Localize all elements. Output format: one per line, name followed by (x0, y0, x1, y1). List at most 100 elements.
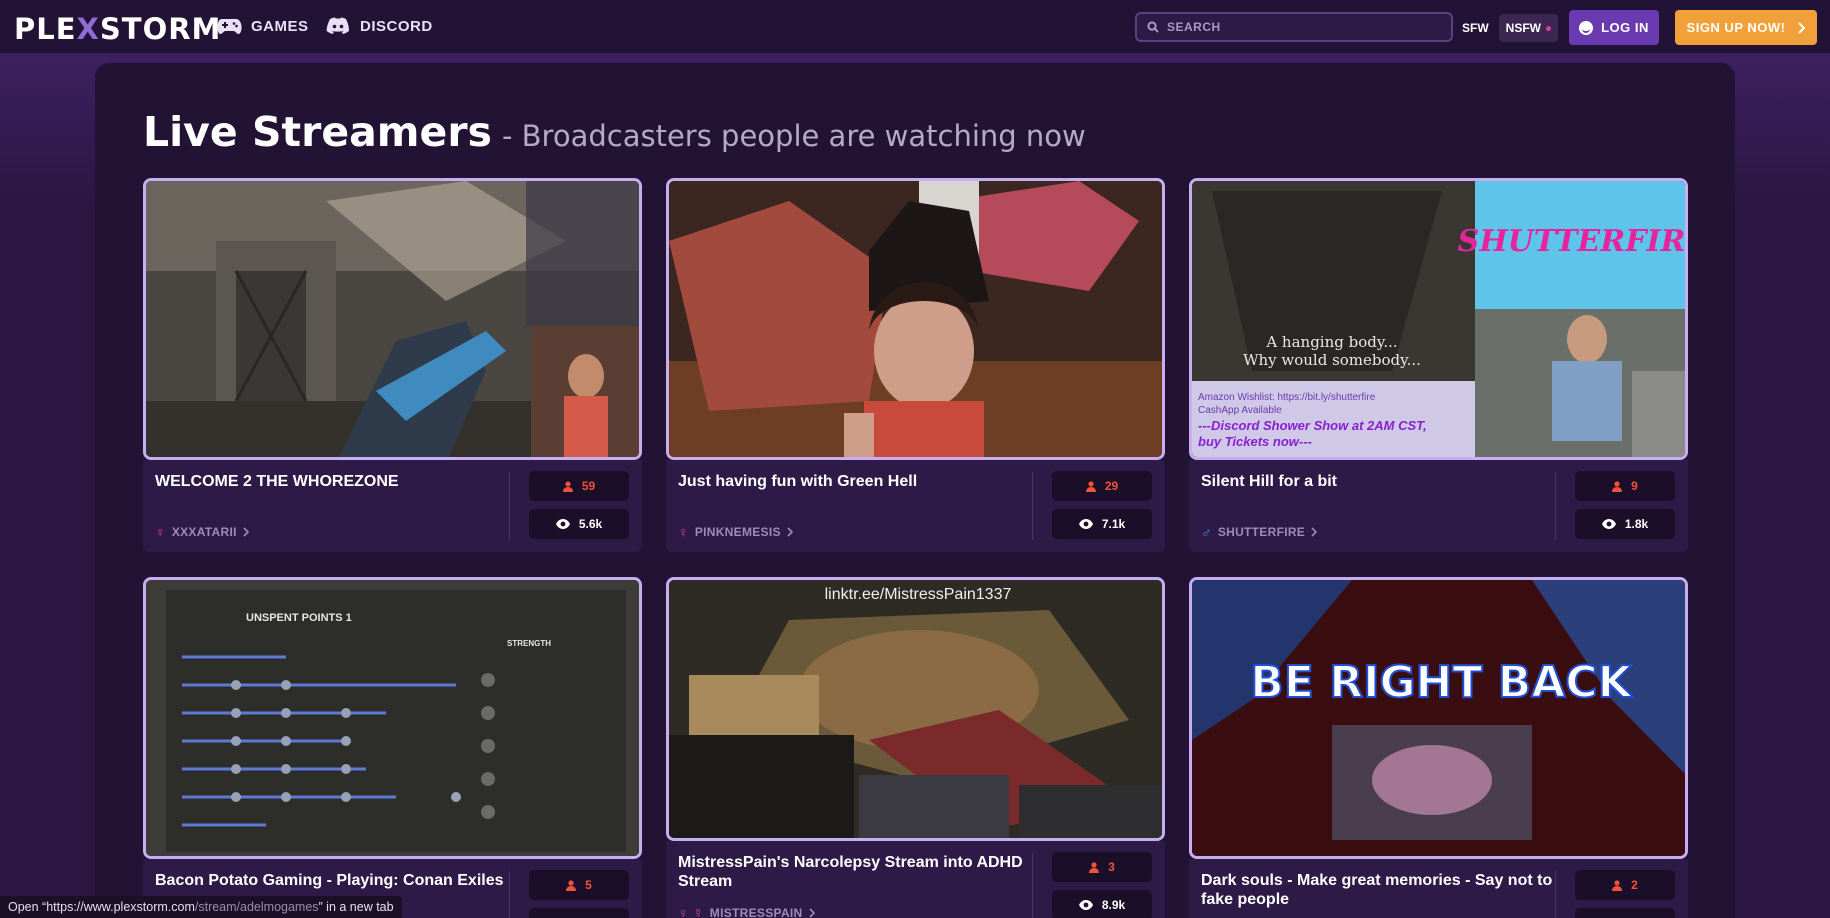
person-icon (566, 879, 577, 891)
stream-title[interactable]: MistressPain's Narcolepsy Stream into AD… (678, 853, 1038, 891)
chevron-right-icon (243, 527, 249, 537)
top-navbar: PLEXSTORM GAMES DISCORD SFW NSFW LOG IN … (0, 0, 1830, 56)
viewer-count-badge: 5 (529, 870, 629, 900)
discord-icon (326, 17, 349, 34)
thumbnail-image (669, 181, 1162, 457)
streamer-link[interactable]: ♀ ☿ MISTRESSPAIN (678, 905, 815, 918)
eye-icon (1601, 519, 1616, 529)
search-icon (1147, 21, 1159, 33)
caption-line-1: A hanging body... (1265, 333, 1397, 351)
login-button[interactable]: LOG IN (1569, 10, 1659, 45)
streamer-name: PINKNEMESIS (694, 525, 781, 539)
thumbnail-image (146, 181, 639, 457)
view-count-badge: 8.9k (1052, 890, 1152, 918)
info-divider (509, 871, 510, 918)
status-url-suffix: ” in a new tab (318, 900, 394, 914)
stream-info: WELCOME 2 THE WHOREZONE ♀ XXXATARII 59 5.… (143, 460, 642, 552)
person-icon (1612, 879, 1623, 891)
stream-info: Silent Hill for a bit ♂ SHUTTERFIRE 9 1.8… (1189, 460, 1688, 552)
thumbnail-image: A hanging body... Why would somebody... … (1192, 181, 1688, 457)
stream-title[interactable]: Silent Hill for a bit (1201, 472, 1561, 491)
signup-label: SIGN UP NOW! (1686, 20, 1786, 35)
stream-info: Dark souls - Make great memories - Say n… (1189, 859, 1688, 918)
streamer-link[interactable]: ♂ SHUTTERFIRE (1201, 524, 1318, 540)
view-count: 5.6k (578, 517, 603, 531)
viewer-count: 5 (585, 878, 592, 892)
view-count: 7.1k (1101, 517, 1126, 531)
streamer-name: SHUTTERFIRE (1217, 525, 1306, 539)
strength-label: STRENGTH (507, 639, 551, 648)
streamer-link[interactable]: ♀ XXXATARII (155, 524, 249, 540)
info-divider (1032, 472, 1033, 540)
stream-thumbnail[interactable] (666, 178, 1165, 460)
stream-thumbnail[interactable]: BE RIGHT BACK (1189, 577, 1688, 859)
chevron-right-icon (1798, 21, 1806, 34)
stream-title[interactable]: Dark souls - Make great memories - Say n… (1201, 871, 1561, 909)
stream-thumbnail[interactable]: linktr.ee/MistressPain1337 (666, 577, 1165, 841)
login-label: LOG IN (1601, 20, 1649, 35)
viewer-count: 29 (1104, 479, 1119, 493)
nsfw-label: NSFW (1505, 21, 1541, 35)
viewer-count-badge: 2 (1575, 870, 1675, 900)
viewer-count: 2 (1631, 878, 1638, 892)
site-logo[interactable]: PLEXSTORM (14, 12, 221, 46)
stream-title[interactable]: WELCOME 2 THE WHOREZONE (155, 472, 515, 491)
thumbnail-image: linktr.ee/MistressPain1337 (669, 580, 1162, 838)
nav-games-link[interactable]: GAMES (216, 17, 309, 35)
sfw-option[interactable]: SFW (1456, 21, 1495, 35)
nsfw-active-dot (1546, 25, 1551, 31)
page-heading: Live Streamers - Broadcasters people are… (143, 108, 1086, 156)
streamer-name: XXXATARII (171, 525, 237, 539)
overlay-link-text: linktr.ee/MistressPain1337 (825, 586, 1012, 603)
viewer-count-badge: 29 (1052, 471, 1152, 501)
view-count-badge: 7.1k (1052, 509, 1152, 539)
stream-info: MistressPain's Narcolepsy Stream into AD… (666, 841, 1165, 918)
view-count: 1.8k (1624, 517, 1649, 531)
eye-icon (1078, 519, 1093, 529)
info-divider (1032, 853, 1033, 918)
person-icon (1612, 480, 1623, 492)
person-icon (562, 480, 573, 492)
nav-discord-link[interactable]: DISCORD (325, 17, 433, 35)
stream-thumbnail[interactable]: A hanging body... Why would somebody... … (1189, 178, 1688, 460)
chevron-right-icon (787, 527, 793, 537)
overlay-brand-text: SHUTTERFIRE (1458, 224, 1688, 259)
stream-thumbnail[interactable]: UNSPENT POINTS 1 STRENGTH (143, 577, 642, 859)
viewer-count-badge: 3 (1052, 852, 1152, 882)
wishlist-line-3: ---Discord Shower Show at 2AM CST, (1198, 418, 1427, 433)
person-icon (1089, 861, 1100, 873)
streamer-name: MISTRESSPAIN (709, 906, 803, 918)
chevron-right-icon (1311, 527, 1318, 537)
info-divider (509, 472, 510, 540)
search-box[interactable] (1135, 12, 1453, 42)
viewer-count-badge: 9 (1575, 471, 1675, 501)
viewer-count-badge: 59 (529, 471, 629, 501)
stream-thumbnail[interactable] (143, 178, 642, 460)
view-count-badge (529, 908, 629, 918)
female-icon: ♀ (155, 524, 166, 540)
gender-icon: ♀ ☿ (678, 905, 704, 918)
stream-title[interactable]: Just having fun with Green Hell (678, 472, 1038, 491)
thumbnail-image: BE RIGHT BACK (1192, 580, 1685, 856)
view-count-badge (1575, 908, 1675, 918)
viewer-count: 9 (1631, 479, 1638, 493)
chevron-right-icon (808, 908, 815, 918)
eye-icon (1078, 900, 1093, 910)
gamepad-icon (217, 19, 242, 34)
nav-games-label: GAMES (251, 17, 309, 35)
status-url-path: /stream/adelmogames (194, 900, 319, 914)
page-title: Live Streamers (143, 108, 492, 156)
search-input[interactable] (1167, 20, 1437, 34)
view-count-badge: 5.6k (529, 509, 629, 539)
wishlist-line-1: Amazon Wishlist: https://bit.ly/shutterf… (1198, 392, 1376, 403)
view-count-badge: 1.8k (1575, 509, 1675, 539)
content-filter-toggle[interactable]: SFW NSFW (1456, 13, 1558, 43)
stream-info: Just having fun with Green Hell ♀ PINKNEM… (666, 460, 1165, 552)
signup-button[interactable]: SIGN UP NOW! (1675, 10, 1817, 45)
viewer-count: 59 (581, 479, 596, 493)
person-icon (1085, 480, 1096, 492)
caption-line-2: Why would somebody... (1243, 351, 1421, 369)
stream-title[interactable]: Bacon Potato Gaming - Playing: Conan Exi… (155, 871, 515, 890)
nsfw-option[interactable]: NSFW (1498, 14, 1558, 42)
streamer-link[interactable]: ♀ PINKNEMESIS (678, 524, 793, 540)
